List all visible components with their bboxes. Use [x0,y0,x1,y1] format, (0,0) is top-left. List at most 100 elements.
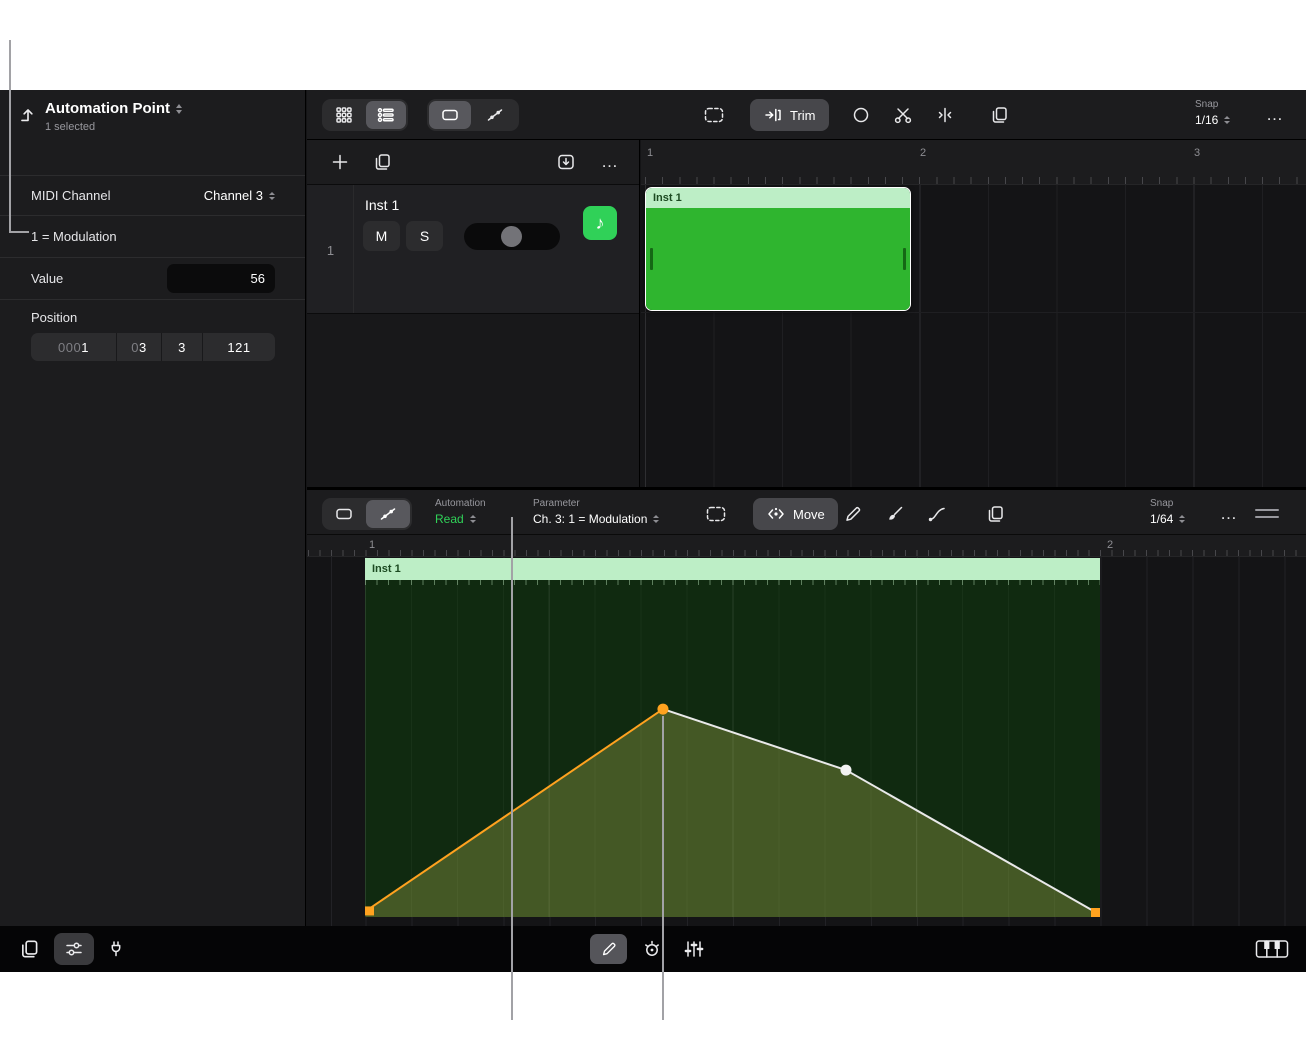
value-label: Value [31,271,167,286]
volume-slider[interactable] [464,223,560,250]
editor-marquee-button[interactable] [699,498,733,530]
midi-channel-label: MIDI Channel [31,188,204,203]
editor-more-button[interactable]: … [1213,498,1245,530]
solo-button[interactable]: S [406,221,443,251]
play-surface-button[interactable] [1252,935,1292,963]
editor-bars-ruler[interactable]: 1 2 [307,535,1306,557]
curve-icon [927,504,947,524]
track-row[interactable]: 1 Inst 1 M S ♪ [307,185,639,314]
edit-mode-button[interactable] [590,934,627,964]
move-tool-button[interactable]: Move [753,498,838,530]
editor-copy-button[interactable] [979,498,1013,530]
sliders-icon [64,939,84,959]
region-body[interactable] [646,208,910,311]
back-button[interactable] [14,102,42,130]
split-scissors-button[interactable] [886,99,920,131]
position-tick-segment[interactable]: 121 [203,333,275,361]
logic-app-window: Automation Point 1 selected MIDI Channel… [0,90,1306,972]
automation-mode-control[interactable]: Automation Read [435,498,486,526]
copy-paste-button[interactable] [983,99,1017,131]
grid-view-button[interactable] [324,101,364,129]
track-list-view-button[interactable] [366,101,406,129]
track-name[interactable]: Inst 1 [365,197,399,213]
value-input[interactable]: 56 [167,264,275,293]
chevron-up-down-icon [1224,116,1230,124]
bottom-toolbar [0,926,1306,972]
position-field: 0001 03 3 121 [31,333,275,361]
instrument-button[interactable]: ♪ [583,206,617,240]
bar-number: 2 [920,147,926,159]
callout-line-parameter [511,517,513,1020]
music-note-icon: ♪ [596,213,605,234]
parameter-value: Ch. 3: 1 = Modulation [533,513,647,527]
midi-channel-value-text: Channel 3 [204,188,263,203]
position-beat-segment[interactable]: 03 [117,333,162,361]
trim-tool-button[interactable]: Trim [750,99,829,131]
editor-snap-control[interactable]: Snap 1/64 [1150,498,1185,526]
snap-control[interactable]: Snap 1/16 [1195,99,1230,127]
track-number: 1 [307,243,354,258]
editor-canvas[interactable]: Inst 1 [307,557,1306,926]
trim-handle-left[interactable] [650,248,653,270]
modulation-row[interactable]: 1 = Modulation [0,215,305,257]
automation-region-name: Inst 1 [365,558,1100,580]
loop-browser-icon [19,938,41,960]
callout-line-automation-point [662,716,664,1020]
midi-channel-row[interactable]: MIDI Channel Channel 3 [0,175,305,215]
position-division-segment[interactable]: 3 [162,333,203,361]
duplicate-track-button[interactable] [367,146,399,178]
trim-label: Trim [790,108,816,123]
inspector-title[interactable]: Automation Point [45,100,182,117]
mute-button[interactable]: M [363,221,400,251]
volume-slider-knob[interactable] [501,226,522,247]
automation-region[interactable]: Inst 1 [365,558,1100,917]
tracks-canvas[interactable]: Inst 1 [641,185,1306,487]
split-at-playhead-button[interactable] [928,99,962,131]
trim-handle-right[interactable] [903,248,906,270]
control-bar-button[interactable] [54,933,94,965]
marquee-tool-button[interactable] [697,99,731,131]
marquee-icon [703,105,725,125]
position-bar-segment[interactable]: 0001 [31,333,117,361]
move-icon [766,504,786,524]
curve-tool-button[interactable] [920,498,954,530]
bar-number: 1 [369,539,375,551]
cycle-button[interactable] [844,99,878,131]
plugins-button[interactable] [102,935,130,963]
midi-region[interactable]: Inst 1 [645,187,911,311]
automation-lane[interactable] [365,580,1100,917]
timeline: 1 2 3 Inst 1 [641,140,1306,487]
midi-channel-value[interactable]: Channel 3 [204,188,275,203]
chevron-up-down-icon [470,515,476,523]
more-options-button[interactable]: … [1259,99,1291,131]
inspector-title-text: Automation Point [45,100,170,117]
editor-automation-button[interactable] [366,500,410,528]
automation-curve[interactable] [365,580,1100,917]
add-track-button[interactable] [324,146,356,178]
pencil-tool-button[interactable] [836,498,870,530]
import-track-button[interactable] [550,146,582,178]
regions-mode-button[interactable] [429,101,471,129]
bars-ruler[interactable]: 1 2 3 [641,140,1306,185]
split-icon [935,105,955,125]
loop-browser-button[interactable] [16,935,44,963]
editor-regions-button[interactable] [324,500,364,528]
inspector-subtitle: 1 selected [45,121,95,133]
region-icon [440,105,460,125]
position-label: Position [31,310,275,325]
automation-mode-button[interactable] [473,101,517,129]
track-header-column: … 1 Inst 1 M S ♪ [307,140,640,487]
chevron-up-down-icon [176,104,182,114]
mixer-button[interactable] [679,935,709,963]
move-label: Move [793,507,825,522]
pencil-icon [843,504,863,524]
callout-line-modulation-tick [9,231,29,233]
download-box-icon [556,152,576,172]
parameter-control[interactable]: Parameter Ch. 3: 1 = Modulation [533,498,659,526]
track-more-button[interactable]: … [594,146,626,178]
editor-mode-group [322,498,412,530]
modulation-row-label: 1 = Modulation [31,229,275,244]
up-back-icon [17,105,39,127]
brush-tool-button[interactable] [878,498,912,530]
editor-resize-handle[interactable] [1255,504,1279,523]
